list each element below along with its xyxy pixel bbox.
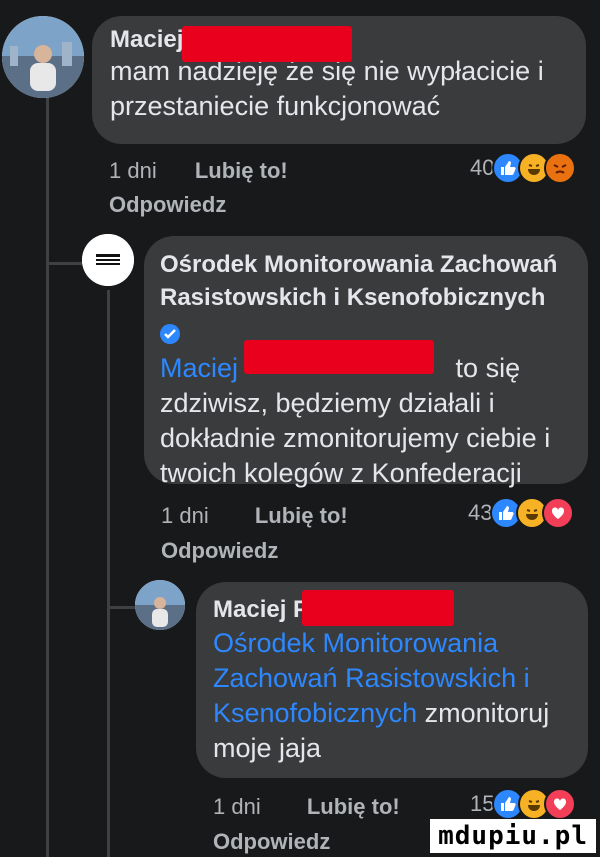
mention-link[interactable]: Maciej — [160, 353, 238, 383]
reaction-summary[interactable]: 40 — [470, 152, 577, 184]
like-button[interactable]: Lubię to! — [307, 794, 400, 819]
watermark: mdupiu.pl — [430, 819, 596, 853]
thread-branch-reply1 — [46, 262, 82, 265]
avatar[interactable] — [82, 234, 134, 286]
reaction-count: 43 — [468, 500, 493, 525]
comment-text: Ośrodek Monitorowania Zachowań Rasistows… — [213, 626, 573, 766]
comment-text: mam nadzieję że się nie wypłacicie i prz… — [110, 56, 544, 121]
avatar[interactable] — [135, 580, 185, 630]
reply-button[interactable]: Odpowiedz — [109, 192, 589, 218]
comment-time[interactable]: 1 dni — [161, 503, 209, 528]
reaction-summary[interactable]: 43 — [468, 497, 575, 529]
profile-photo-icon — [2, 16, 84, 98]
redaction-bar — [302, 590, 454, 626]
verified-badge-icon — [160, 323, 180, 344]
like-button[interactable]: Lubię to! — [255, 503, 348, 528]
redaction-bar — [182, 26, 352, 62]
comment-time[interactable]: 1 dni — [109, 158, 157, 183]
redaction-bar — [244, 340, 434, 374]
love-icon — [544, 788, 577, 820]
author-name: Ośrodek Monitorowania Zachowań Rasistows… — [160, 251, 558, 311]
thread-branch-reply2 — [107, 606, 135, 609]
thread-line-reply1 — [107, 290, 110, 857]
reply-button[interactable]: Odpowiedz — [161, 538, 581, 564]
profile-photo-icon — [135, 580, 185, 630]
page-logo-icon — [82, 234, 134, 286]
reaction-count: 40 — [470, 155, 495, 180]
comment-time[interactable]: 1 dni — [213, 794, 261, 819]
reaction-count: 15 — [470, 791, 495, 816]
angry-icon — [544, 152, 577, 184]
reaction-summary[interactable]: 15 — [470, 788, 577, 820]
comment-author[interactable]: Ośrodek Monitorowania Zachowań Rasistows… — [160, 248, 570, 349]
like-button[interactable]: Lubię to! — [195, 158, 288, 183]
love-icon — [542, 497, 575, 529]
thread-line-main — [46, 88, 49, 857]
avatar[interactable] — [2, 16, 84, 98]
